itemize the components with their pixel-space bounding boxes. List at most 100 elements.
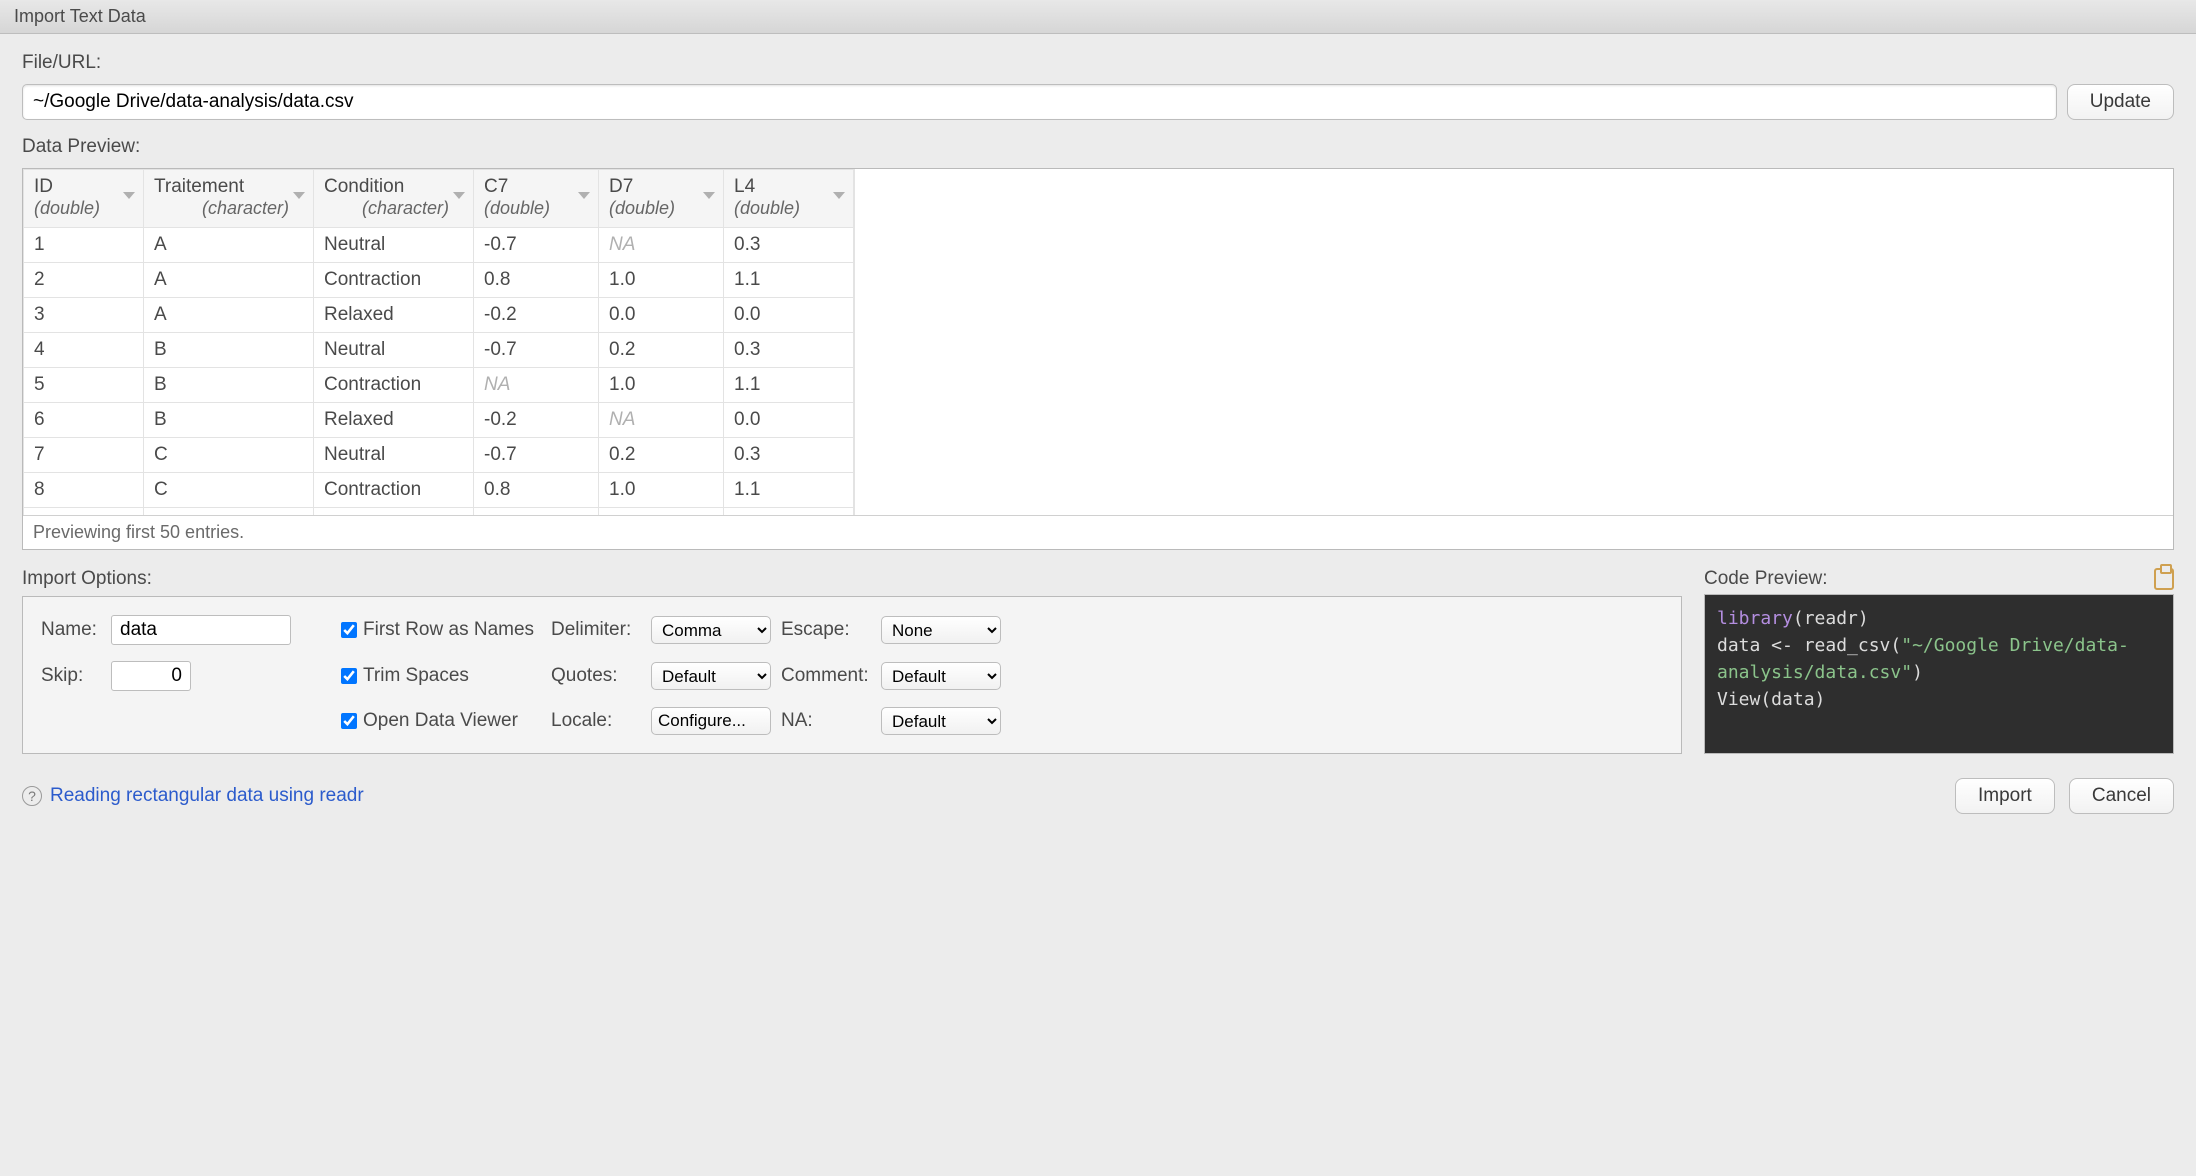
table-cell: 5 — [24, 368, 144, 403]
table-cell: A — [144, 263, 314, 298]
chevron-down-icon — [578, 192, 590, 199]
table-cell: -0.2 — [474, 298, 599, 333]
chevron-down-icon — [453, 192, 465, 199]
data-preview-panel: ID(double)Traitement(character)Condition… — [22, 168, 2174, 550]
delimiter-select[interactable]: Comma — [651, 616, 771, 644]
clipboard-icon[interactable] — [2154, 568, 2174, 590]
table-cell: Neutral — [314, 333, 474, 368]
locale-label: Locale: — [551, 710, 645, 732]
na-label: NA: — [781, 710, 875, 732]
name-input[interactable] — [111, 615, 291, 645]
table-cell: -0.7 — [474, 438, 599, 473]
table-cell: 8 — [24, 473, 144, 508]
column-header[interactable]: ID(double) — [24, 170, 144, 228]
table-cell: 3 — [24, 298, 144, 333]
comment-select[interactable]: Default — [881, 662, 1001, 690]
table-cell: 0.8 — [474, 473, 599, 508]
table-cell: B — [144, 368, 314, 403]
chevron-down-icon — [123, 192, 135, 199]
code-preview[interactable]: library(readr) data <- read_csv("~/Googl… — [1704, 594, 2174, 754]
table-cell: 0.0 — [724, 403, 854, 438]
table-cell: 0.3 — [724, 438, 854, 473]
table-cell: A — [144, 228, 314, 263]
table-row: 9CRelaxed-0.20.00.0 — [24, 508, 854, 516]
table-row: 8CContraction0.81.01.1 — [24, 473, 854, 508]
locale-configure-button[interactable]: Configure... — [651, 707, 771, 735]
delimiter-label: Delimiter: — [551, 619, 645, 641]
table-cell: Relaxed — [314, 403, 474, 438]
file-url-input[interactable] — [22, 84, 2057, 120]
import-options-panel: Name: First Row as Names Delimiter: Comm… — [22, 596, 1682, 754]
table-row: 4BNeutral-0.70.20.3 — [24, 333, 854, 368]
import-button[interactable]: Import — [1955, 778, 2055, 814]
column-header[interactable]: L4(double) — [724, 170, 854, 228]
column-header[interactable]: C7(double) — [474, 170, 599, 228]
table-cell: 1.1 — [724, 473, 854, 508]
skip-label: Skip: — [41, 665, 101, 687]
first-row-checkbox[interactable]: First Row as Names — [341, 619, 551, 641]
table-cell: 0.2 — [599, 333, 724, 368]
table-cell: -0.2 — [474, 403, 599, 438]
chevron-down-icon — [703, 192, 715, 199]
help-link[interactable]: ? Reading rectangular data using readr — [22, 785, 364, 807]
chevron-down-icon — [833, 192, 845, 199]
table-cell: NA — [599, 403, 724, 438]
column-header[interactable]: Condition(character) — [314, 170, 474, 228]
table-row: 5BContractionNA1.01.1 — [24, 368, 854, 403]
table-cell: 1.1 — [724, 263, 854, 298]
table-cell: NA — [599, 228, 724, 263]
table-cell: Neutral — [314, 228, 474, 263]
help-icon: ? — [22, 786, 42, 806]
preview-empty-area — [854, 169, 2173, 515]
escape-select[interactable]: None — [881, 616, 1001, 644]
table-cell: A — [144, 298, 314, 333]
skip-input[interactable] — [111, 661, 191, 691]
table-cell: 7 — [24, 438, 144, 473]
column-header[interactable]: Traitement(character) — [144, 170, 314, 228]
table-cell: C — [144, 508, 314, 516]
quotes-label: Quotes: — [551, 665, 645, 687]
cancel-button[interactable]: Cancel — [2069, 778, 2174, 814]
table-row: 6BRelaxed-0.2NA0.0 — [24, 403, 854, 438]
table-cell: Relaxed — [314, 508, 474, 516]
table-cell: 6 — [24, 403, 144, 438]
table-cell: 1 — [24, 228, 144, 263]
preview-table: ID(double)Traitement(character)Condition… — [23, 169, 854, 515]
table-cell: 1.0 — [599, 263, 724, 298]
table-cell: 2 — [24, 263, 144, 298]
table-cell: Contraction — [314, 368, 474, 403]
table-cell: 0.0 — [724, 508, 854, 516]
update-button[interactable]: Update — [2067, 84, 2174, 120]
file-url-label: File/URL: — [22, 52, 2174, 74]
quotes-select[interactable]: Default — [651, 662, 771, 690]
table-cell: Relaxed — [314, 298, 474, 333]
escape-label: Escape: — [781, 619, 875, 641]
table-cell: 4 — [24, 333, 144, 368]
table-cell: -0.7 — [474, 228, 599, 263]
table-cell: B — [144, 403, 314, 438]
comment-label: Comment: — [781, 665, 875, 687]
table-row: 7CNeutral-0.70.20.3 — [24, 438, 854, 473]
table-cell: B — [144, 333, 314, 368]
table-cell: -0.2 — [474, 508, 599, 516]
table-cell: 0.3 — [724, 333, 854, 368]
table-cell: C — [144, 438, 314, 473]
trim-spaces-checkbox[interactable]: Trim Spaces — [341, 665, 551, 687]
table-row: 3ARelaxed-0.20.00.0 — [24, 298, 854, 333]
open-viewer-checkbox[interactable]: Open Data Viewer — [341, 710, 551, 732]
code-preview-label: Code Preview: — [1704, 568, 1828, 590]
chevron-down-icon — [293, 192, 305, 199]
table-cell: Neutral — [314, 438, 474, 473]
column-header[interactable]: D7(double) — [599, 170, 724, 228]
table-cell: C — [144, 473, 314, 508]
table-cell: 0.0 — [599, 508, 724, 516]
table-cell: 0.0 — [724, 298, 854, 333]
table-cell: NA — [474, 368, 599, 403]
name-label: Name: — [41, 619, 101, 641]
table-cell: 1.0 — [599, 473, 724, 508]
table-cell: Contraction — [314, 473, 474, 508]
table-cell: Contraction — [314, 263, 474, 298]
table-cell: 0.8 — [474, 263, 599, 298]
import-options-label: Import Options: — [22, 568, 1682, 590]
na-select[interactable]: Default — [881, 707, 1001, 735]
